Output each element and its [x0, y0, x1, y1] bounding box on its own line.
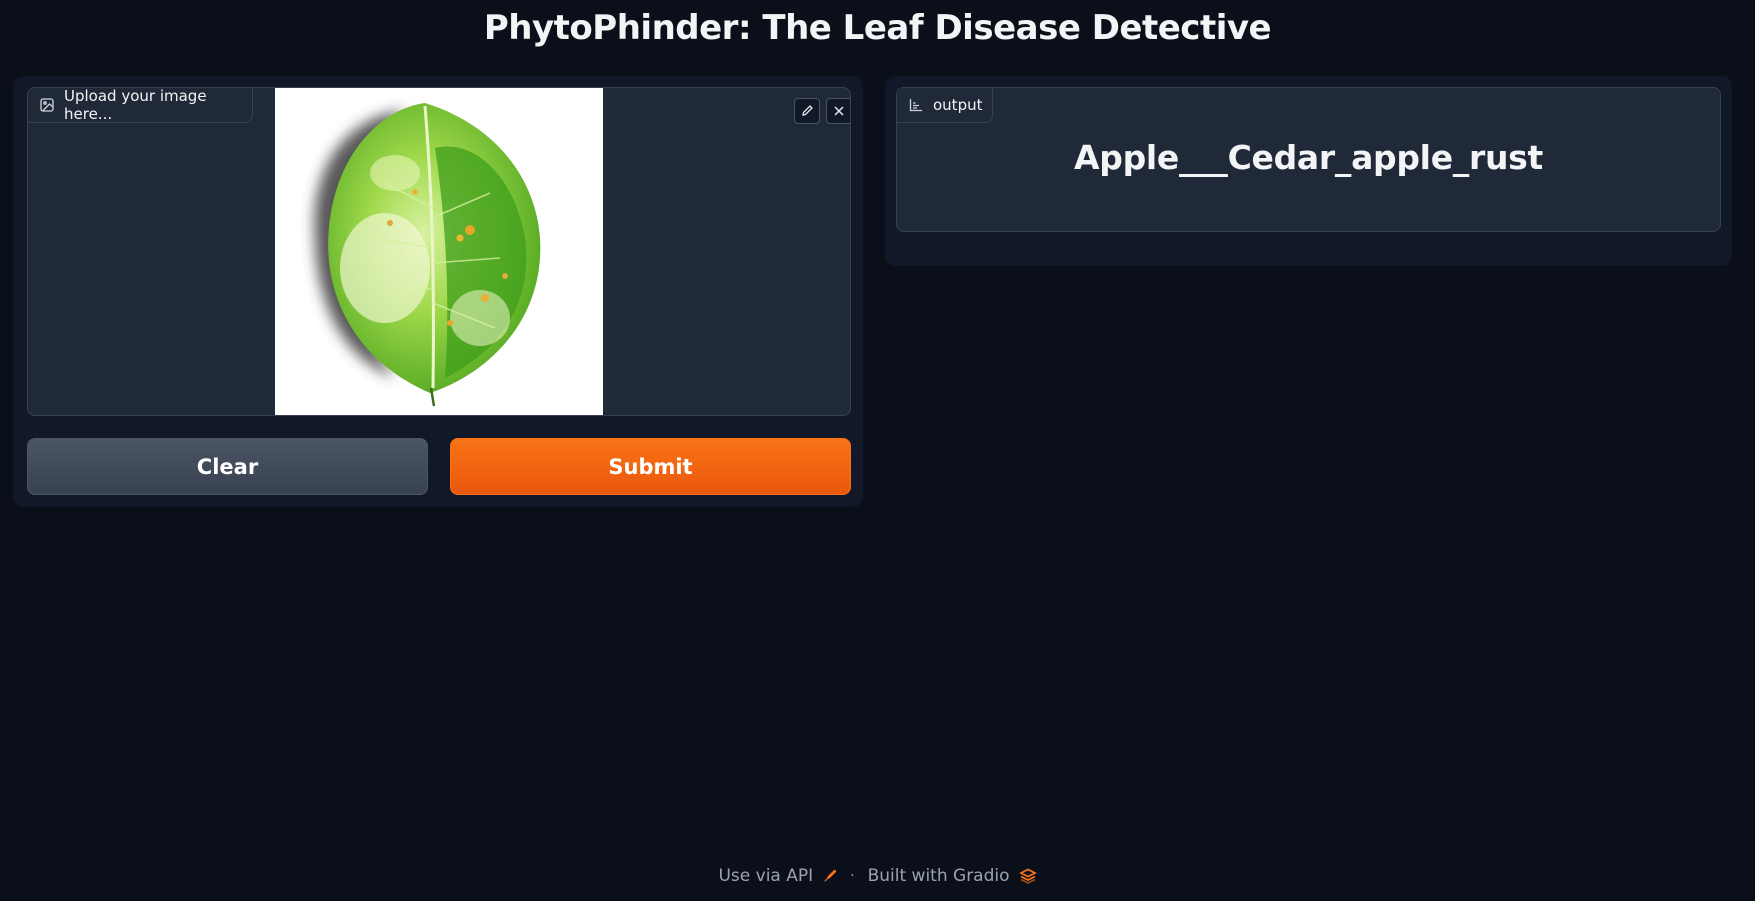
edit-image-button[interactable]: [794, 98, 820, 124]
output-block-label: output: [897, 88, 993, 123]
predicted-class: Apple___Cedar_apple_rust: [1074, 138, 1543, 177]
built-with-gradio-link[interactable]: Built with Gradio: [868, 866, 1010, 886]
gradio-logo-icon: [1018, 868, 1037, 884]
clear-button[interactable]: Clear: [27, 438, 428, 495]
output-panel: output Apple___Cedar_apple_rust: [885, 76, 1732, 266]
remove-image-button[interactable]: [826, 98, 850, 124]
image-upload-block[interactable]: Upload your image here...: [27, 87, 851, 416]
image-block-label-text: Upload your image here...: [64, 87, 207, 123]
image-icon: [40, 98, 54, 112]
submit-button[interactable]: Submit: [450, 438, 851, 495]
output-label-block: output Apple___Cedar_apple_rust: [896, 87, 1721, 232]
use-via-api-link[interactable]: Use via API: [718, 866, 813, 886]
close-icon: [833, 102, 845, 121]
footer: Use via API · Built with Gradio: [0, 866, 1755, 886]
label-chart-icon: [909, 98, 923, 112]
footer-separator: ·: [850, 868, 855, 884]
image-block-label: Upload your image here...: [28, 88, 253, 123]
pencil-icon: [801, 102, 814, 121]
output-label-text: output: [933, 96, 983, 114]
uploaded-leaf-image: [275, 88, 603, 415]
page-title: PhytoPhinder: The Leaf Disease Detective: [483, 8, 1272, 48]
rocket-icon: [822, 868, 838, 884]
input-panel: Upload your image here... Clear Submit: [13, 76, 863, 507]
